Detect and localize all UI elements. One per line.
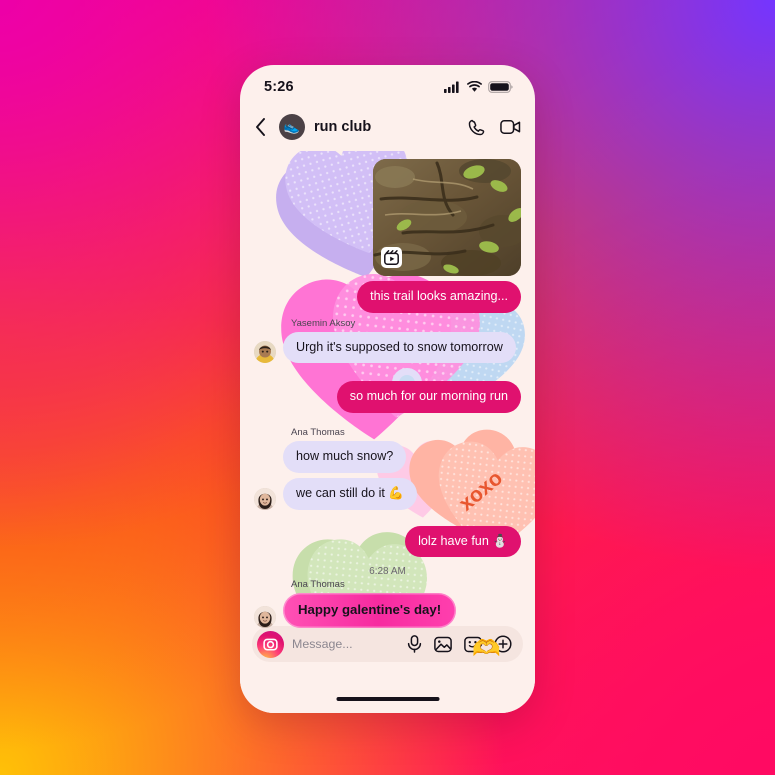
message-bubble[interactable]: how much snow? — [283, 441, 407, 473]
avatar-yasemin[interactable] — [254, 341, 276, 364]
status-icons — [444, 81, 513, 93]
message-bubble[interactable]: so much for our morning run — [336, 381, 521, 414]
audio-call-icon[interactable] — [467, 118, 486, 137]
avatar-image — [254, 605, 276, 628]
chat-header: 👟 run club — [240, 103, 535, 151]
message-row-in-3[interactable]: we can still do it 💪 — [254, 477, 521, 510]
cellular-signal-icon — [444, 81, 459, 93]
conversation-title: run club — [314, 119, 372, 135]
avatar-ana-2[interactable] — [254, 605, 276, 628]
heart-hands-icon[interactable]: 🫶 — [472, 636, 501, 656]
sender-name-ana-2: Ana Thomas — [291, 579, 345, 591]
status-bar: 5:26 — [240, 65, 535, 103]
sender-name-yasemin: Yasemin Aksoy — [291, 317, 356, 329]
avatar-image — [254, 341, 276, 364]
message-bubble[interactable]: Urgh it's supposed to snow tomorrow — [283, 331, 516, 364]
message-list: this trail looks amazing... Yasemin Akso… — [240, 151, 535, 656]
message-bubble-highlight[interactable]: Happy galentine's day! — [283, 593, 457, 628]
status-time: 5:26 — [264, 79, 294, 95]
message-row-out-3[interactable]: lolz have fun ⛄ — [254, 525, 521, 558]
message-row-out-1[interactable]: this trail looks amazing... — [254, 281, 521, 313]
message-bubble[interactable]: this trail looks amazing... — [357, 281, 521, 313]
chevron-left-icon — [255, 118, 265, 136]
home-indicator — [336, 696, 439, 701]
back-button[interactable] — [250, 118, 270, 136]
message-row-in-4[interactable]: Happy galentine's day! — [254, 593, 521, 628]
phone-frame: 5:26 👟 run club xoxo this trail looks am… — [240, 65, 535, 713]
message-row-out-2[interactable]: so much for our morning run — [254, 381, 521, 414]
message-bubble[interactable]: lolz have fun ⛄ — [405, 525, 521, 558]
group-avatar[interactable]: 👟 — [279, 114, 305, 140]
message-thread[interactable]: xoxo this trail looks amazing... Yasemin… — [240, 151, 535, 656]
avatar-image — [254, 487, 276, 510]
reel-play-badge — [381, 247, 402, 268]
battery-icon — [488, 81, 513, 93]
video-call-icon[interactable] — [500, 118, 521, 136]
wifi-icon — [467, 81, 482, 92]
message-row-media[interactable] — [254, 159, 521, 276]
avatar-ana[interactable] — [254, 487, 276, 510]
message-row-in-1[interactable]: Urgh it's supposed to snow tomorrow — [254, 331, 521, 364]
reel-thumbnail[interactable] — [373, 159, 521, 276]
message-row-in-2[interactable]: how much snow? — [254, 441, 521, 473]
header-actions — [467, 118, 521, 137]
reaction-row[interactable]: 🫶 — [254, 633, 521, 656]
message-bubble[interactable]: we can still do it 💪 — [283, 477, 418, 510]
sender-name-ana-1: Ana Thomas — [291, 427, 345, 439]
play-icon — [384, 250, 399, 265]
message-timestamp: 6:28 AM — [369, 566, 406, 578]
sneaker-icon: 👟 — [283, 119, 301, 134]
